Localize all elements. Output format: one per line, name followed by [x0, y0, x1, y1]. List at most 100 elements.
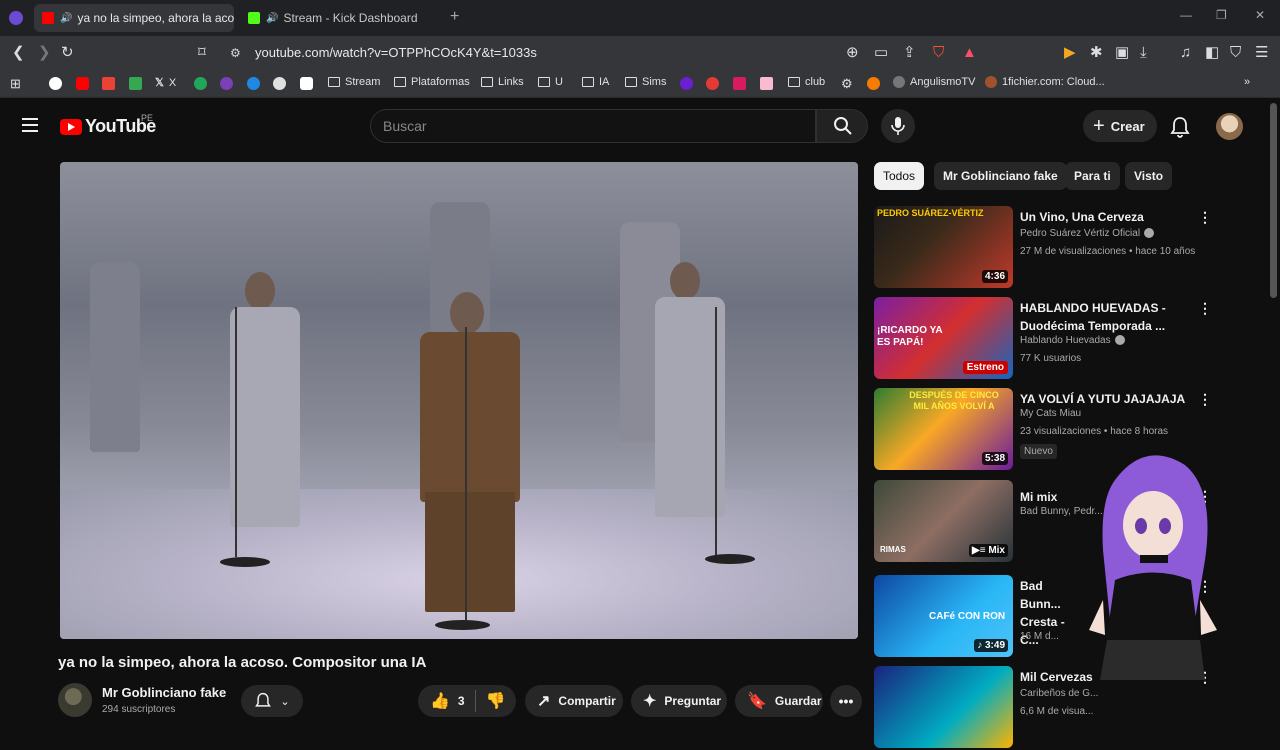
bookmark-folder-club[interactable]: club [788, 76, 825, 88]
browser-toolbar: ❮ ❯ ↻ ⌑ ⚙ youtube.com/watch?v=OTPPhCOcK4… [0, 36, 1280, 70]
page-scrollbar[interactable] [1270, 103, 1277, 298]
share-button[interactable]: ↗ Compartir [525, 685, 623, 717]
chip-channel[interactable]: Mr Goblinciano fake [934, 162, 1067, 190]
more-vert-icon[interactable]: ⋮ [1198, 300, 1212, 317]
bookmark-1fichier[interactable]: 1fichier.com: Cloud... [985, 76, 1105, 88]
video-thumbnail[interactable]: CAFé CON RON ♪ 3:49 [874, 575, 1013, 657]
create-button[interactable]: + Crear [1083, 110, 1157, 142]
rewards-icon[interactable]: ▲ [962, 45, 977, 61]
youtube-bookmark-icon[interactable] [76, 77, 89, 90]
vpn-icon[interactable]: ⛉ [1230, 45, 1241, 61]
more-actions-button[interactable]: ••• [830, 685, 862, 717]
more-vert-icon[interactable]: ⋮ [1198, 391, 1212, 408]
forward-icon[interactable]: ❯ [38, 45, 51, 61]
save-button[interactable]: 🔖 Guardar [735, 685, 823, 717]
bookmark-icon-orange[interactable] [867, 77, 880, 90]
recommendation-title[interactable]: HABLANDO HUEVADAS - Duodécima Temporada … [1020, 299, 1210, 335]
new-tab-icon[interactable]: + [450, 8, 459, 26]
bookmark-folder-ia[interactable]: IA [582, 76, 609, 88]
maximize-icon[interactable]: ❐ [1216, 8, 1227, 22]
recommendation-channel[interactable]: Hablando Huevadas [1020, 335, 1125, 346]
search-button[interactable] [816, 109, 868, 143]
menu-icon[interactable]: ☰ [1255, 45, 1268, 61]
bookmark-angulismotv[interactable]: AngulismoTV [893, 76, 975, 88]
drive-bookmark-icon[interactable] [129, 77, 142, 90]
back-icon[interactable]: ❮ [12, 45, 25, 61]
bookmark-icon-heart[interactable] [706, 77, 719, 90]
bookmark-icon-violet[interactable] [680, 77, 693, 90]
cast-icon[interactable]: ▭ [874, 45, 888, 61]
extensions-icon[interactable]: ✱ [1090, 45, 1103, 61]
window-close-icon[interactable]: ✕ [1255, 8, 1265, 22]
voice-search-button[interactable] [881, 109, 915, 143]
ask-button[interactable]: ✦ Preguntar [631, 685, 727, 717]
subscribed-notifications-button[interactable]: ⌄ [241, 685, 303, 717]
more-bookmarks-icon[interactable]: » [1244, 76, 1250, 88]
channel-avatar[interactable] [58, 683, 92, 717]
like-count[interactable]: 3 [458, 694, 465, 708]
vtuber-avatar-overlay [1089, 455, 1217, 680]
video-player[interactable] [60, 162, 858, 639]
recommendation-channel[interactable]: My Cats Miau [1020, 408, 1081, 419]
recommendation-title[interactable]: Un Vino, Una Cerveza [1020, 208, 1210, 226]
music-icon[interactable]: ♫ [1180, 45, 1191, 61]
github-icon[interactable] [273, 77, 286, 90]
bookmark-x[interactable]: 𝕏X [155, 76, 176, 90]
recommendation-channel[interactable]: Pedro Suárez Vértiz Oficial [1020, 228, 1155, 239]
recommendation-item[interactable]: ¡RICARDO YA ES PAPÁ! Estreno HABLANDO HU… [874, 297, 1264, 381]
bookmark-folder-sims[interactable]: Sims [625, 76, 666, 88]
bookmark-folder-stream[interactable]: Stream [328, 76, 380, 88]
sidebar-icon[interactable]: ◧ [1205, 45, 1219, 61]
tab-kick[interactable]: 🔊 Stream - Kick Dashboard [240, 4, 440, 32]
media-play-icon[interactable]: ▶ [1064, 45, 1076, 61]
screenshot-icon[interactable]: ▣ [1115, 45, 1129, 61]
gear-bookmark-icon[interactable]: ⚙ [841, 76, 853, 92]
dislike-icon[interactable]: 👎 [486, 691, 506, 711]
bookmark-folder-links[interactable]: Links [481, 76, 524, 88]
zoom-icon[interactable]: ⊕ [846, 45, 859, 61]
search-input[interactable]: Buscar [370, 109, 816, 143]
recommendation-title[interactable]: YA VOLVÍ A YUTU JAJAJAJA [1020, 390, 1210, 408]
recommendation-item[interactable]: PEDRO SUÁREZ-VÉRTIZ 4:36 Un Vino, Una Ce… [874, 206, 1264, 290]
bookmark-icon-green[interactable] [194, 77, 207, 90]
music-note-icon: ♪ [977, 640, 985, 651]
profile-icon[interactable] [9, 11, 23, 25]
google-bookmark-icon[interactable] [49, 77, 62, 90]
more-vert-icon[interactable]: ⋮ [1198, 209, 1212, 226]
channel-name[interactable]: Mr Goblinciano fake [102, 685, 226, 700]
video-thumbnail[interactable]: DESPUÉS DE CINCO MIL AÑOS VOLVÍ A 5:38 [874, 388, 1013, 470]
share-icon[interactable]: ⇪ [903, 45, 916, 61]
account-avatar[interactable] [1216, 113, 1243, 140]
bookmark-icon[interactable]: ⌑ [198, 45, 206, 61]
bookmark-icon-purple[interactable] [220, 77, 233, 90]
bookmark-icon-red[interactable] [733, 77, 746, 90]
gmail-bookmark-icon[interactable] [102, 77, 115, 90]
site-settings-icon[interactable]: ⚙ [230, 45, 241, 61]
tab-youtube[interactable]: 🔊 ya no la simpeo, ahora la acoso ✕ [34, 4, 234, 32]
chip-visto[interactable]: Visto [1125, 162, 1173, 190]
subscriber-count: 294 suscriptores [102, 704, 176, 715]
search-icon [834, 117, 852, 135]
apps-icon[interactable]: ⊞ [10, 76, 21, 92]
bookmark-folder-u[interactable]: U [538, 76, 563, 88]
minimize-icon[interactable]: — [1180, 8, 1192, 22]
like-icon[interactable]: 👍 [430, 691, 450, 711]
video-thumbnail[interactable]: RIMAS ▶≡ Mix [874, 480, 1013, 562]
video-thumbnail[interactable]: PEDRO SUÁREZ-VÉRTIZ 4:36 [874, 206, 1013, 288]
bookmark-folder-plataformas[interactable]: Plataformas [394, 76, 470, 88]
brave-shield-icon[interactable]: ⛉ [933, 45, 944, 61]
downloads-icon[interactable]: ⤓ [1140, 45, 1147, 61]
menu-icon[interactable] [22, 118, 38, 132]
video-thumbnail[interactable] [874, 666, 1013, 748]
chip-para-ti[interactable]: Para ti [1065, 162, 1120, 190]
bookmark-icon-blue[interactable] [247, 77, 260, 90]
notifications-bell-icon[interactable] [1170, 116, 1190, 138]
video-thumbnail[interactable]: ¡RICARDO YA ES PAPÁ! Estreno [874, 297, 1013, 379]
chip-todos[interactable]: Todos [874, 162, 925, 190]
video-figure [425, 492, 515, 612]
address-bar[interactable]: youtube.com/watch?v=OTPPhCOcK4Y&t=1033s [255, 45, 537, 60]
save-label: Guardar [774, 694, 822, 708]
reload-icon[interactable]: ↻ [61, 45, 74, 61]
bookmark-icon-pink[interactable] [760, 77, 773, 90]
bookmark-icon-white[interactable] [300, 77, 313, 90]
